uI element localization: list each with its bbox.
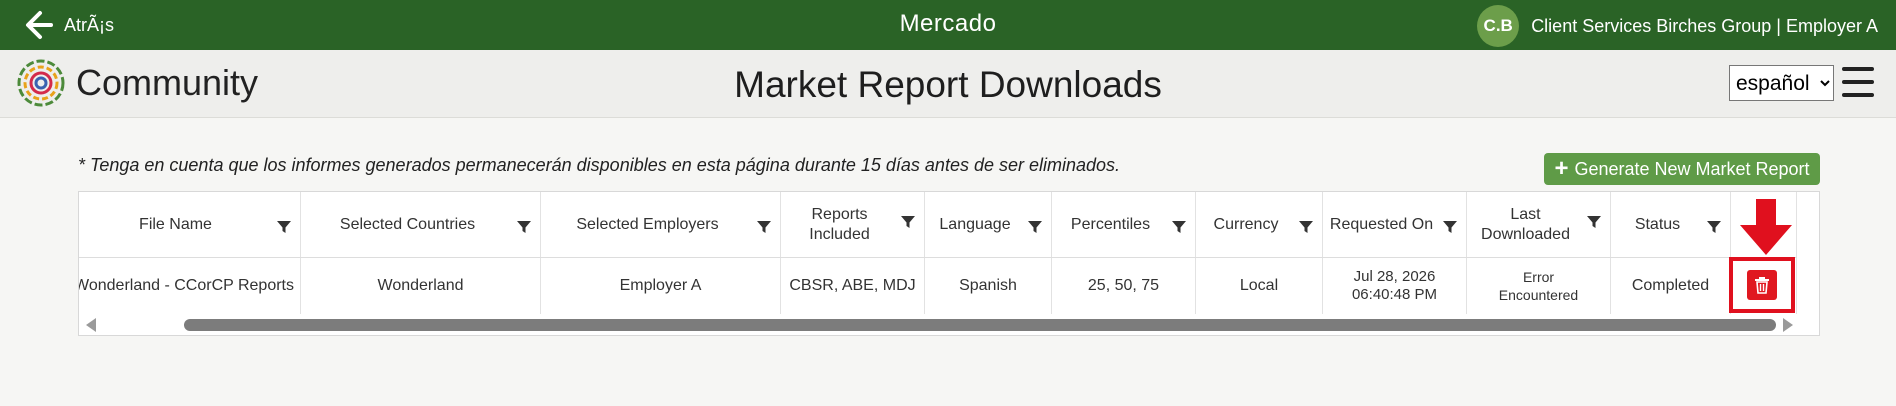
red-down-arrow-icon — [1740, 199, 1792, 255]
table-row: Wonderland - CCorCP Reports Wonderland E… — [79, 258, 1797, 314]
column-label: Requested On — [1329, 215, 1434, 233]
column-label: Reports Included — [809, 205, 870, 243]
column-label: Status — [1634, 215, 1681, 233]
scroll-right-icon[interactable] — [1783, 318, 1793, 332]
column-header-language: Language — [925, 192, 1052, 257]
language-select[interactable]: español — [1729, 65, 1834, 101]
filter-icon[interactable] — [1298, 219, 1314, 235]
user-name: Client Services Birches Group | Employer… — [1531, 15, 1878, 36]
cell-file-name: Wonderland - CCorCP Reports — [79, 258, 301, 314]
retention-note: * Tenga en cuenta que los informes gener… — [78, 155, 1121, 175]
filter-icon[interactable] — [1027, 219, 1043, 235]
filter-icon[interactable] — [1706, 219, 1722, 235]
cell-last-downloaded: Error Encountered — [1467, 258, 1611, 314]
column-header-file-name: File Name — [79, 192, 301, 257]
column-header-requested-on: Requested On — [1323, 192, 1467, 257]
cell-selected-employers: Employer A — [541, 258, 781, 314]
trash-icon — [1755, 277, 1769, 294]
filter-icon[interactable] — [1171, 219, 1187, 235]
cell-percentiles: 25, 50, 75 — [1052, 258, 1196, 314]
filter-icon[interactable] — [276, 219, 292, 235]
filter-icon[interactable] — [1442, 219, 1458, 235]
column-label: File Name — [139, 215, 212, 233]
user-menu[interactable]: C.B Client Services Birches Group | Empl… — [1477, 5, 1878, 47]
column-header-currency: Currency — [1196, 192, 1323, 257]
column-header-last-downloaded: Last Downloaded — [1467, 192, 1611, 257]
sub-header: Community Market Report Downloads españo… — [0, 50, 1896, 118]
column-header-percentiles: Percentiles — [1052, 192, 1196, 257]
column-header-status: Status — [1611, 192, 1731, 257]
avatar: C.B — [1477, 5, 1520, 47]
column-label: Percentiles — [1070, 215, 1151, 233]
cell-status: Completed — [1611, 258, 1731, 314]
cell-requested-on: Jul 28, 2026 06:40:48 PM — [1323, 258, 1467, 314]
column-label: Selected Employers — [576, 215, 719, 233]
filter-icon[interactable] — [516, 219, 532, 235]
horizontal-scroll-thumb[interactable] — [184, 319, 1776, 331]
reports-table: File Name Selected Countries Selected Em… — [78, 191, 1820, 336]
generate-report-label: Generate New Market Report — [1574, 158, 1810, 179]
column-label: Currency — [1213, 215, 1279, 233]
hamburger-menu-icon[interactable] — [1842, 67, 1874, 97]
column-header-selected-countries: Selected Countries — [301, 192, 541, 257]
generate-report-button[interactable]: + Generate New Market Report — [1544, 153, 1820, 185]
top-bar: AtrÃ¡s Mercado C.B Client Services Birch… — [0, 0, 1896, 50]
scroll-left-icon[interactable] — [86, 318, 96, 332]
column-label: Selected Countries — [339, 215, 476, 233]
cell-selected-countries: Wonderland — [301, 258, 541, 314]
delete-highlight — [1729, 257, 1795, 313]
cell-currency: Local — [1196, 258, 1323, 314]
plus-icon: + — [1554, 155, 1569, 182]
filter-icon[interactable] — [1586, 214, 1602, 230]
cell-reports-included: CBSR, ABE, MDJ — [781, 258, 925, 314]
table-header-row: File Name Selected Countries Selected Em… — [79, 192, 1797, 258]
filter-icon[interactable] — [900, 214, 916, 230]
column-label: Language — [939, 215, 1011, 233]
filter-icon[interactable] — [756, 219, 772, 235]
cell-language: Spanish — [925, 258, 1052, 314]
column-header-selected-employers: Selected Employers — [541, 192, 781, 257]
delete-button[interactable] — [1747, 270, 1777, 300]
column-label: Last Downloaded — [1481, 205, 1570, 243]
page-title: Market Report Downloads — [734, 64, 1162, 105]
column-header-reports-included: Reports Included — [781, 192, 925, 257]
